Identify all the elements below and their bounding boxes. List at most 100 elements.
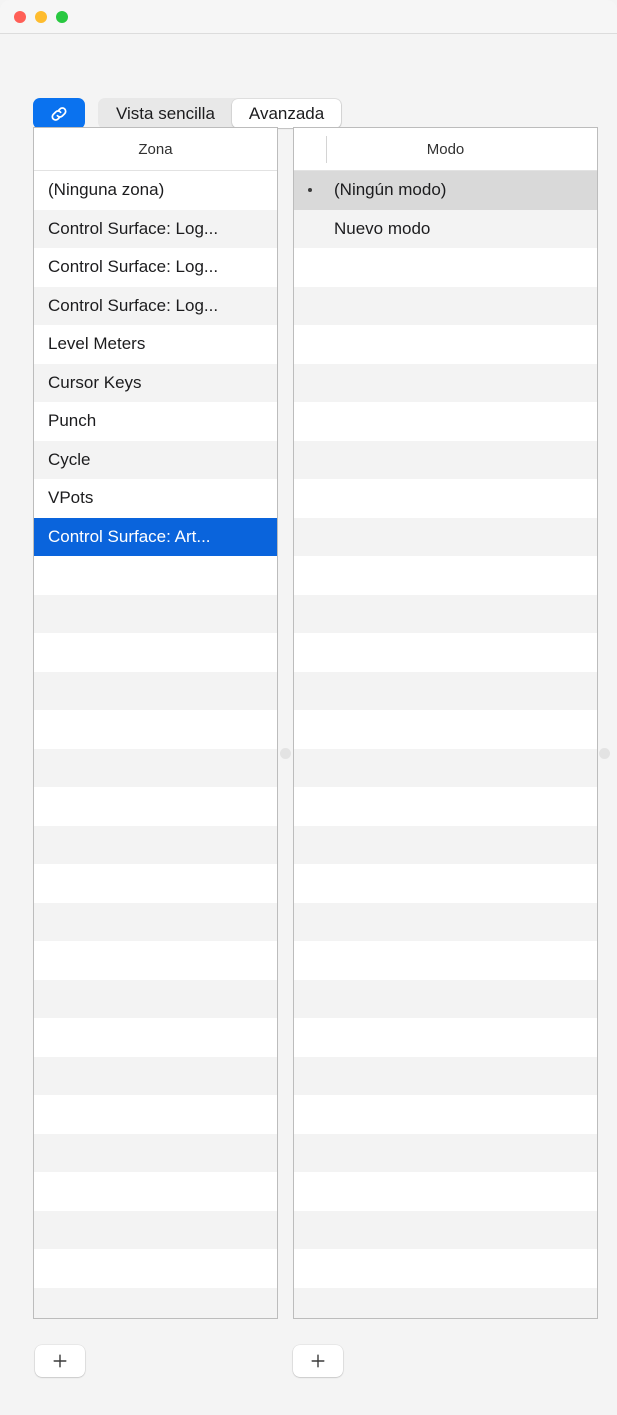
list-item[interactable] xyxy=(34,1287,277,1318)
minimize-window-button[interactable] xyxy=(35,11,47,23)
list-item[interactable] xyxy=(34,979,277,1018)
view-mode-segmented-control[interactable]: Vista sencilla Avanzada xyxy=(98,98,343,129)
list-item[interactable] xyxy=(294,787,597,826)
list-item[interactable] xyxy=(294,1249,597,1288)
list-item[interactable] xyxy=(294,671,597,710)
list-item-label: VPots xyxy=(48,488,94,508)
list-item[interactable] xyxy=(294,902,597,941)
list-item-label: (Ningún modo) xyxy=(334,180,447,200)
bullet-dot-icon xyxy=(308,188,312,193)
list-item[interactable]: (Ninguna zona) xyxy=(34,171,277,210)
list-item-label: Punch xyxy=(48,411,97,431)
list-item[interactable]: Control Surface: Log... xyxy=(34,286,277,325)
toolbar: Vista sencilla Avanzada xyxy=(0,34,617,129)
list-item[interactable] xyxy=(294,402,597,441)
list-item[interactable] xyxy=(294,1172,597,1211)
list-item[interactable] xyxy=(34,825,277,864)
list-item[interactable]: (Ningún modo) xyxy=(294,171,597,210)
list-item[interactable] xyxy=(34,633,277,672)
zone-list-rows: (Ninguna zona) Control Surface: Log... Con… xyxy=(34,171,277,1318)
list-item[interactable] xyxy=(294,1287,597,1318)
list-item[interactable] xyxy=(34,1133,277,1172)
list-item-label: Nuevo modo xyxy=(334,218,431,238)
list-item[interactable]: Control Surface: Log... xyxy=(34,248,277,287)
plus-icon xyxy=(310,1353,326,1369)
list-item[interactable]: Control Surface: Log... xyxy=(34,209,277,248)
list-item[interactable] xyxy=(34,556,277,595)
mode-active-indicator-cell xyxy=(294,188,326,193)
pane-resize-handle-right[interactable] xyxy=(599,748,610,759)
preferences-window: Vista sencilla Avanzada Zona (Ninguna zo… xyxy=(0,0,617,1415)
mode-list-rows: (Ningún modo) Nuevo modo xyxy=(294,171,597,1318)
list-item[interactable] xyxy=(294,1018,597,1057)
pane-resize-handle-middle[interactable] xyxy=(280,748,291,759)
link-toggle-button[interactable] xyxy=(33,98,85,129)
list-item-label: Control Surface: Log... xyxy=(48,295,219,315)
list-item[interactable] xyxy=(294,1095,597,1134)
list-item[interactable] xyxy=(34,902,277,941)
list-item[interactable] xyxy=(294,556,597,595)
list-item[interactable] xyxy=(294,710,597,749)
list-item[interactable] xyxy=(294,941,597,980)
close-window-button[interactable] xyxy=(14,11,26,23)
list-item[interactable] xyxy=(34,594,277,633)
list-item[interactable] xyxy=(34,748,277,787)
list-item[interactable] xyxy=(294,979,597,1018)
list-item-label: Cursor Keys xyxy=(48,372,142,392)
list-item-label: Cycle xyxy=(48,449,91,469)
list-item[interactable] xyxy=(34,1249,277,1288)
list-item[interactable]: Punch xyxy=(34,402,277,441)
list-item[interactable] xyxy=(294,1056,597,1095)
list-item-label: Control Surface: Art... xyxy=(48,526,211,546)
window-titlebar xyxy=(0,0,617,34)
list-item[interactable] xyxy=(34,941,277,980)
zone-list[interactable]: Zona (Ninguna zona) Control Surface: Log.… xyxy=(33,127,278,1319)
mode-column-header: Modo xyxy=(426,140,465,158)
list-item[interactable] xyxy=(294,325,597,364)
list-item[interactable] xyxy=(34,671,277,710)
add-mode-button[interactable] xyxy=(293,1345,343,1377)
segment-advanced-view[interactable]: Avanzada xyxy=(231,99,342,128)
list-item[interactable] xyxy=(294,363,597,402)
list-item[interactable]: Level Meters xyxy=(34,325,277,364)
list-item[interactable] xyxy=(34,1095,277,1134)
list-item[interactable]: Cursor Keys xyxy=(34,363,277,402)
plus-icon xyxy=(52,1353,68,1369)
list-item[interactable] xyxy=(294,633,597,672)
list-item[interactable] xyxy=(34,1056,277,1095)
list-item[interactable]: Nuevo modo xyxy=(294,209,597,248)
header-column-divider xyxy=(326,136,327,163)
list-item[interactable] xyxy=(34,864,277,903)
segment-simple-view[interactable]: Vista sencilla xyxy=(99,99,232,128)
list-item-label: Control Surface: Log... xyxy=(48,218,219,238)
list-item[interactable] xyxy=(294,864,597,903)
list-item[interactable] xyxy=(34,1172,277,1211)
list-item-label: Control Surface: Log... xyxy=(48,257,219,277)
list-item[interactable]: Control Surface: Art... xyxy=(34,517,277,556)
list-item[interactable] xyxy=(294,1210,597,1249)
list-item[interactable] xyxy=(294,517,597,556)
mode-list-header: Modo xyxy=(294,128,597,171)
list-item-label: (Ninguna zona) xyxy=(48,180,165,200)
list-item[interactable] xyxy=(294,748,597,787)
list-item[interactable] xyxy=(34,710,277,749)
list-item[interactable] xyxy=(34,787,277,826)
list-item[interactable]: VPots xyxy=(34,479,277,518)
zoom-window-button[interactable] xyxy=(56,11,68,23)
list-item[interactable] xyxy=(34,1210,277,1249)
list-item[interactable] xyxy=(294,594,597,633)
list-item[interactable] xyxy=(294,440,597,479)
list-item[interactable] xyxy=(34,1018,277,1057)
list-item[interactable] xyxy=(294,286,597,325)
zone-list-header: Zona xyxy=(34,128,277,171)
list-item[interactable] xyxy=(294,825,597,864)
list-item-label: Level Meters xyxy=(48,334,146,354)
list-item[interactable] xyxy=(294,479,597,518)
mode-list[interactable]: Modo (Ningún modo) Nuevo modo xyxy=(293,127,598,1319)
list-item[interactable]: Cycle xyxy=(34,440,277,479)
link-icon xyxy=(48,103,70,125)
add-zone-button[interactable] xyxy=(35,1345,85,1377)
list-item[interactable] xyxy=(294,248,597,287)
zone-column-header: Zona xyxy=(138,140,173,158)
list-item[interactable] xyxy=(294,1133,597,1172)
